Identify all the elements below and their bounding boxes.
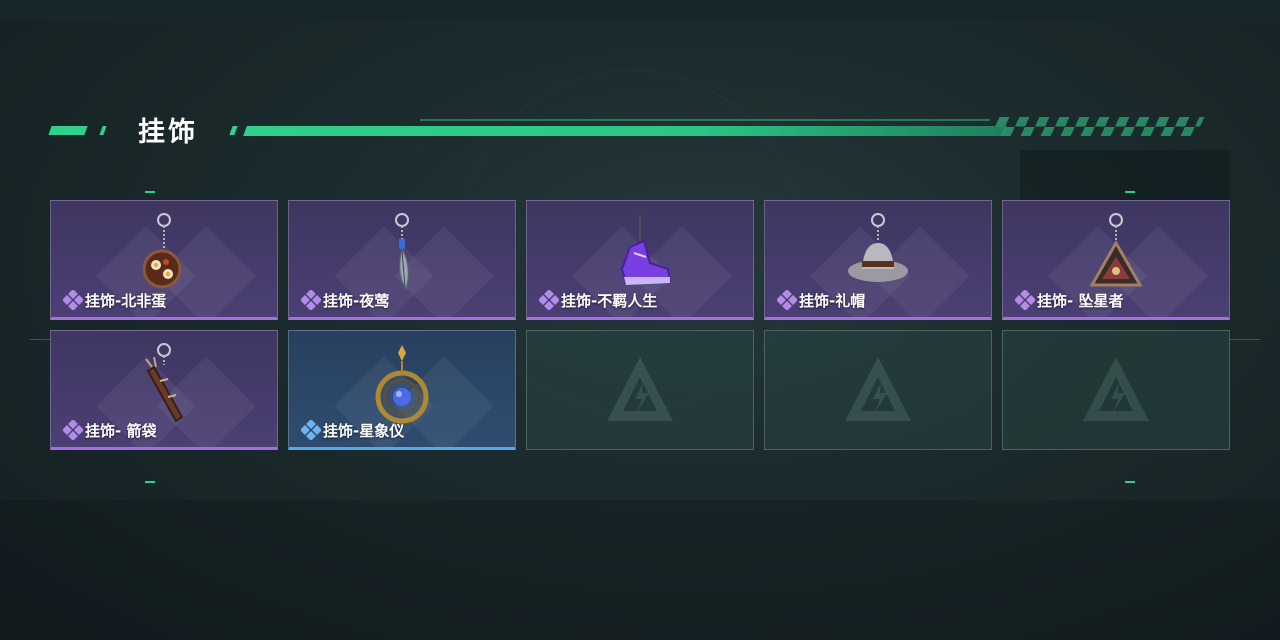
astrolabe-charm-icon [375, 345, 429, 424]
rarity-diamond-icon [777, 290, 797, 310]
header-accent-bar [48, 126, 88, 135]
rarity-diamond-icon [539, 290, 559, 310]
empty-slot [1002, 330, 1230, 450]
rarity-diamond-icon [1015, 290, 1035, 310]
feather-charm-icon [395, 213, 409, 291]
charm-label: 挂饰- 箭袋 [85, 422, 157, 440]
charm-label: 挂饰-礼帽 [799, 292, 866, 310]
charm-card[interactable]: 挂饰- 箭袋 [50, 330, 278, 450]
placeholder-logo-icon [845, 357, 911, 421]
side-rail [1230, 339, 1260, 340]
quiver-charm-icon [145, 343, 184, 423]
rarity-diamond-icon [63, 420, 83, 440]
hat-charm-icon [848, 213, 908, 282]
charm-grid: 挂饰-北非蛋 挂饰-夜莺 挂饰-不羁人生 挂饰-礼帽 挂饰- 坠星者 挂饰- 箭… [50, 200, 1230, 450]
shakshuka-pan-charm-icon [142, 213, 182, 289]
top-band [0, 0, 1280, 20]
header-line [243, 126, 1007, 136]
charm-label: 挂饰-星象仪 [323, 422, 405, 440]
header-accent-bar [99, 126, 107, 135]
background-shape [0, 500, 1280, 640]
corner-tick [145, 481, 155, 483]
corner-tick [1125, 481, 1135, 483]
sneaker-charm-icon [620, 215, 672, 285]
charm-label: 挂饰-夜莺 [323, 292, 390, 310]
empty-slot [764, 330, 992, 450]
charm-card[interactable]: 挂饰-不羁人生 [526, 200, 754, 320]
charm-label: 挂饰-北非蛋 [85, 292, 167, 310]
rarity-diamond-icon [63, 290, 83, 310]
empty-slot [526, 330, 754, 450]
placeholder-logo-icon [1083, 357, 1149, 421]
charm-card[interactable]: 挂饰-夜莺 [288, 200, 516, 320]
charm-card[interactable]: 挂饰-礼帽 [764, 200, 992, 320]
header-accent-bar [229, 126, 238, 135]
rarity-diamond-icon [301, 290, 321, 310]
charm-card[interactable]: 挂饰- 坠星者 [1002, 200, 1230, 320]
side-rail [30, 339, 50, 340]
placeholder-logo-icon [607, 357, 673, 421]
section-title: 挂饰 [138, 117, 198, 148]
charm-card[interactable]: 挂饰-北非蛋 [50, 200, 278, 320]
rarity-diamond-icon [301, 420, 321, 440]
header-checker-pattern [990, 117, 1205, 136]
charm-label: 挂饰- 坠星者 [1037, 292, 1124, 310]
corner-tick [1125, 191, 1135, 193]
triangle-emblem-charm-icon [1089, 213, 1143, 287]
charm-card[interactable]: 挂饰-星象仪 [288, 330, 516, 450]
header-thin-line [420, 119, 990, 121]
corner-tick [145, 191, 155, 193]
charm-label: 挂饰-不羁人生 [561, 292, 658, 310]
